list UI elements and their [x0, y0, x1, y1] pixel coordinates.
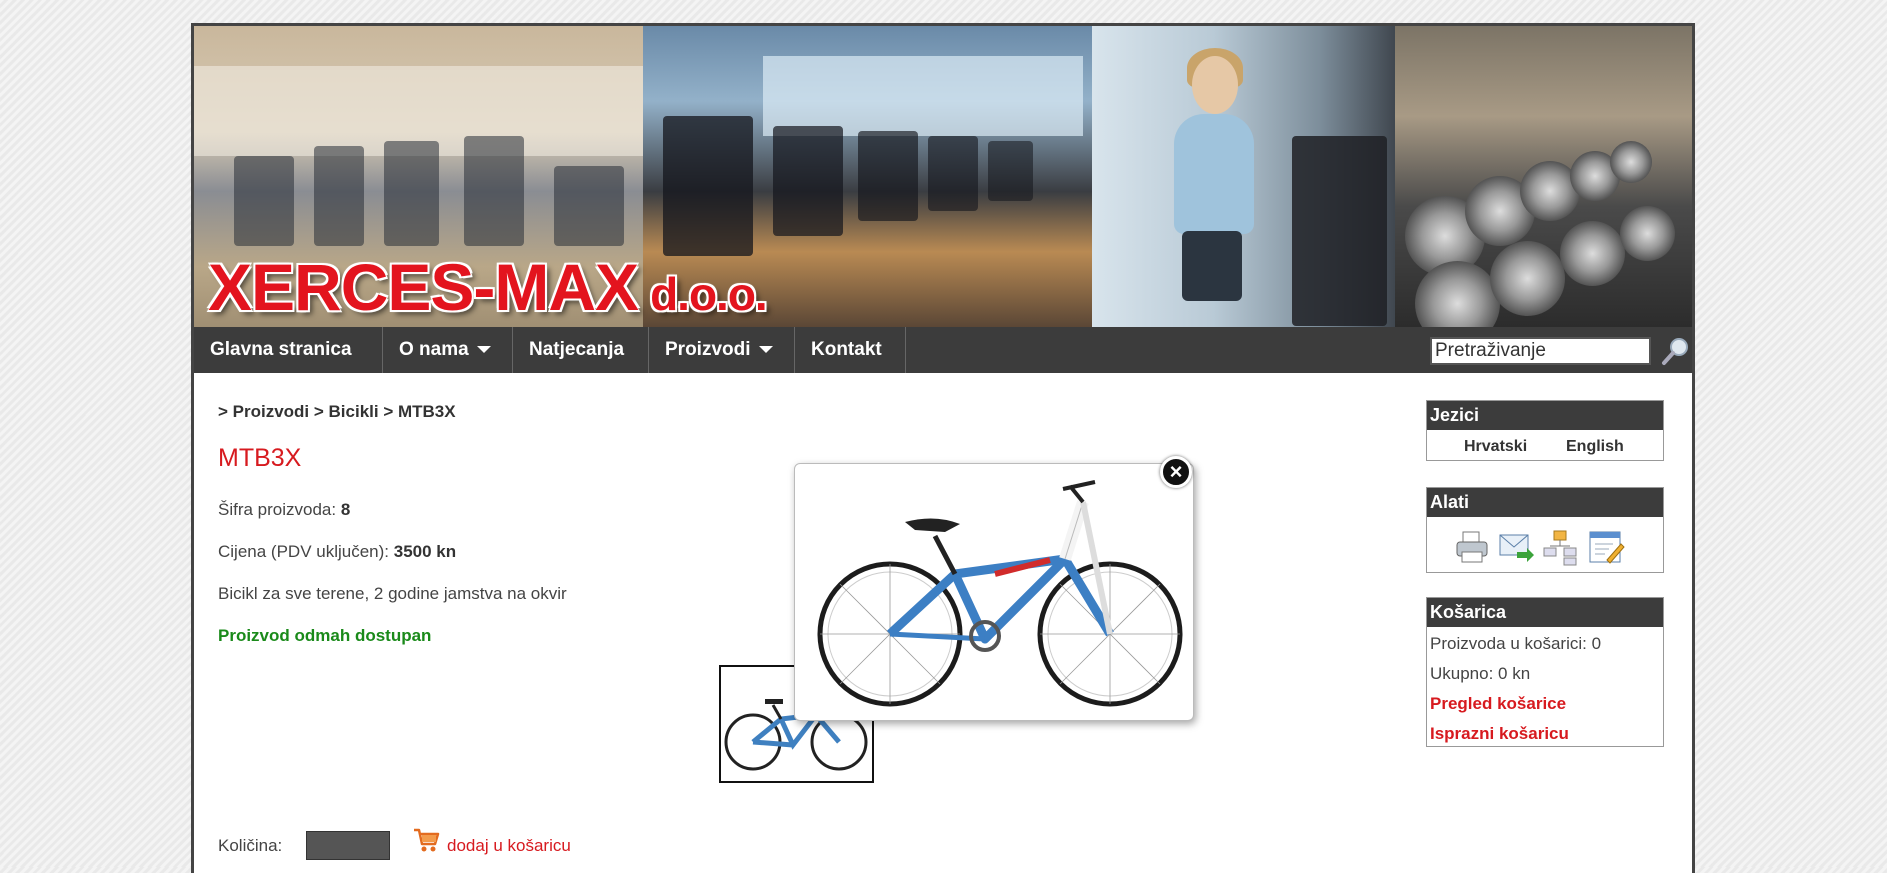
nav-item-label: Natjecanja — [529, 339, 625, 360]
add-to-cart-link[interactable]: dodaj u košaricu — [447, 836, 571, 856]
nav-item-label: O nama — [399, 339, 469, 360]
close-icon[interactable]: × — [1160, 456, 1192, 488]
nav-item-label: Proizvodi — [665, 339, 751, 360]
quantity-input[interactable] — [306, 831, 390, 860]
page-container: XERCES-MAX d.o.o. Glavna stranica O nama … — [191, 23, 1695, 873]
empty-cart-link[interactable]: Isprazni košaricu — [1430, 724, 1569, 744]
nav-item-label: Kontakt — [811, 339, 882, 360]
nav-item-o-nama[interactable]: O nama — [383, 327, 513, 373]
banner-photo-woman-treadmill — [1092, 26, 1395, 327]
product-code: Šifra proizvoda: 8 — [218, 500, 350, 520]
bicycle-image-large — [817, 480, 1183, 707]
nav-item-natjecanja[interactable]: Natjecanja — [513, 327, 649, 373]
print-icon[interactable] — [1453, 528, 1491, 566]
banner-photo-dumbbells — [1395, 26, 1692, 327]
email-icon[interactable] — [1497, 528, 1535, 566]
nav-item-label: Glavna stranica — [210, 339, 352, 360]
cart-total: Ukupno: 0 kn — [1430, 664, 1531, 683]
product-code-label: Šifra proizvoda: — [218, 500, 337, 519]
cart-icon[interactable] — [412, 826, 440, 854]
product-description: Bicikl za sve terene, 2 godine jamstva n… — [218, 584, 567, 603]
language-english[interactable]: English — [1566, 438, 1624, 456]
tools-box: Alati — [1426, 487, 1664, 573]
view-cart-link[interactable]: Pregled košarice — [1430, 694, 1566, 714]
image-lightbox — [794, 463, 1194, 721]
chevron-down-icon — [758, 346, 773, 354]
logo-suffix: d.o.o. — [650, 268, 768, 320]
availability-status: Proizvod odmah dostupan — [218, 626, 432, 645]
breadcrumb[interactable]: > Proizvodi > Bicikli > MTB3X — [218, 402, 456, 422]
product-code-value: 8 — [340, 500, 351, 519]
language-hrvatski[interactable]: Hrvatski — [1464, 438, 1527, 456]
header-banner: XERCES-MAX d.o.o. — [194, 26, 1692, 327]
languages-box-title: Jezici — [1427, 401, 1663, 430]
magnifier-icon[interactable] — [1660, 336, 1690, 366]
site-logo[interactable]: XERCES-MAX d.o.o. — [208, 254, 768, 327]
sitemap-icon[interactable] — [1541, 528, 1579, 566]
product-price: Cijena (PDV uključen): 3500 kn — [218, 542, 456, 562]
cart-box-title: Košarica — [1427, 598, 1663, 627]
nav-item-proizvodi[interactable]: Proizvodi — [649, 327, 795, 373]
logo-text: XERCES-MAX — [208, 250, 639, 324]
product-title: MTB3X — [218, 444, 302, 472]
product-price-value: 3500 kn — [393, 542, 457, 561]
product-price-label: Cijena (PDV uključen): — [218, 542, 390, 561]
search-input[interactable]: Pretraživanje — [1430, 337, 1651, 365]
languages-box: Jezici Hrvatski English — [1426, 400, 1664, 461]
edit-icon[interactable] — [1587, 528, 1625, 566]
quantity-label: Količina: — [218, 836, 283, 855]
cart-box: Košarica Proizvoda u košarici: 0 Ukupno:… — [1426, 597, 1664, 747]
nav-item-glavna-stranica[interactable]: Glavna stranica — [194, 327, 383, 373]
tools-box-title: Alati — [1427, 488, 1663, 517]
chevron-down-icon — [476, 346, 491, 354]
cart-item-count: Proizvoda u košarici: 0 — [1430, 634, 1602, 653]
nav-item-kontakt[interactable]: Kontakt — [795, 327, 906, 373]
